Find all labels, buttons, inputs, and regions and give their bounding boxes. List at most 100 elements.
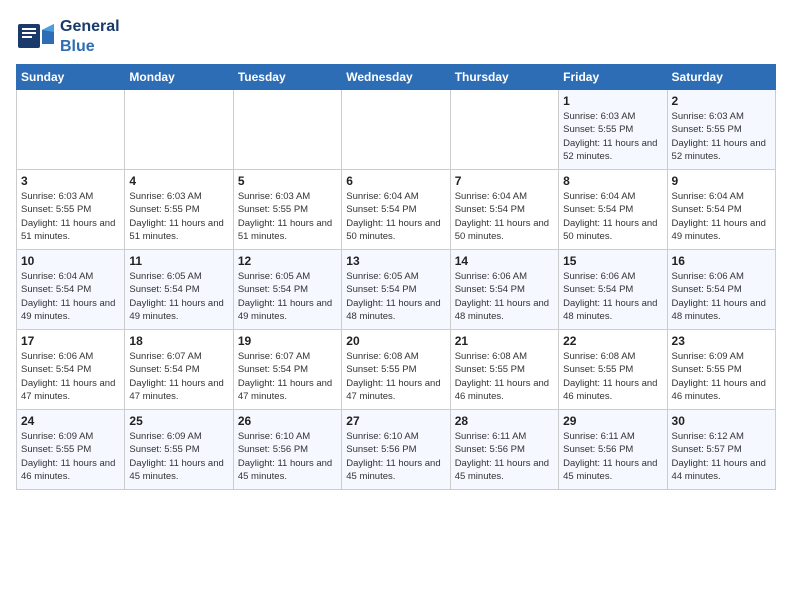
calendar-table: SundayMondayTuesdayWednesdayThursdayFrid… (16, 64, 776, 490)
calendar-cell: 9Sunrise: 6:04 AMSunset: 5:54 PMDaylight… (667, 170, 775, 250)
calendar-cell: 5Sunrise: 6:03 AMSunset: 5:55 PMDaylight… (233, 170, 341, 250)
day-info: Sunrise: 6:05 AMSunset: 5:54 PMDaylight:… (129, 270, 228, 323)
day-info: Sunrise: 6:04 AMSunset: 5:54 PMDaylight:… (346, 190, 445, 243)
calendar-cell: 27Sunrise: 6:10 AMSunset: 5:56 PMDayligh… (342, 410, 450, 490)
calendar-week-row: 10 Sunrise: 6:04 AMSunset: 5:54 PMDayligh… (17, 250, 776, 330)
day-number: 13 (346, 254, 445, 268)
day-number: 25 (129, 414, 228, 428)
day-number: 16 (672, 254, 771, 268)
day-info: Sunrise: 6:03 AMSunset: 5:55 PMDaylight:… (129, 190, 228, 243)
calendar-cell: 2 Sunrise: 6:03 AMSunset: 5:55 PMDaylight… (667, 90, 775, 170)
day-info: Sunrise: 6:07 AMSunset: 5:54 PMDaylight:… (238, 350, 337, 403)
day-info: Sunrise: 6:11 AMSunset: 5:56 PMDaylight:… (563, 430, 662, 483)
day-info: Sunrise: 6:06 AMSunset: 5:54 PMDaylight:… (455, 270, 554, 323)
calendar-cell (450, 90, 558, 170)
calendar-cell: 28 Sunrise: 6:11 AMSunset: 5:56 PMDayligh… (450, 410, 558, 490)
day-info: Sunrise: 6:04 AMSunset: 5:54 PMDaylight:… (455, 190, 554, 243)
day-info: Sunrise: 6:03 AMSunset: 5:55 PMDaylight:… (563, 110, 662, 163)
calendar-cell: 23 Sunrise: 6:09 AMSunset: 5:55 PMDayligh… (667, 330, 775, 410)
day-info: Sunrise: 6:10 AMSunset: 5:56 PMDaylight:… (238, 430, 337, 483)
calendar-cell: 19 Sunrise: 6:07 AMSunset: 5:54 PMDayligh… (233, 330, 341, 410)
calendar-header: SundayMondayTuesdayWednesdayThursdayFrid… (17, 65, 776, 90)
day-info: Sunrise: 6:03 AMSunset: 5:55 PMDaylight:… (672, 110, 771, 163)
calendar-cell: 11 Sunrise: 6:05 AMSunset: 5:54 PMDayligh… (125, 250, 233, 330)
day-number: 4 (129, 174, 228, 188)
calendar-cell: 24Sunrise: 6:09 AMSunset: 5:55 PMDayligh… (17, 410, 125, 490)
weekday-header: Tuesday (233, 65, 341, 90)
day-info: Sunrise: 6:08 AMSunset: 5:55 PMDaylight:… (346, 350, 445, 403)
day-number: 29 (563, 414, 662, 428)
calendar-body: 1 Sunrise: 6:03 AMSunset: 5:55 PMDaylight… (17, 90, 776, 490)
day-info: Sunrise: 6:12 AMSunset: 5:57 PMDaylight:… (672, 430, 771, 483)
day-number: 1 (563, 94, 662, 108)
calendar-cell: 25 Sunrise: 6:09 AMSunset: 5:55 PMDayligh… (125, 410, 233, 490)
day-number: 3 (21, 174, 120, 188)
weekday-header: Sunday (17, 65, 125, 90)
day-info: Sunrise: 6:09 AMSunset: 5:55 PMDaylight:… (672, 350, 771, 403)
day-number: 22 (563, 334, 662, 348)
day-info: Sunrise: 6:05 AMSunset: 5:54 PMDaylight:… (346, 270, 445, 323)
day-info: Sunrise: 6:09 AMSunset: 5:55 PMDaylight:… (129, 430, 228, 483)
day-info: Sunrise: 6:11 AMSunset: 5:56 PMDaylight:… (455, 430, 554, 483)
day-info: Sunrise: 6:06 AMSunset: 5:54 PMDaylight:… (563, 270, 662, 323)
day-number: 10 (21, 254, 120, 268)
day-number: 26 (238, 414, 337, 428)
calendar-cell: 10 Sunrise: 6:04 AMSunset: 5:54 PMDayligh… (17, 250, 125, 330)
calendar-cell: 7 Sunrise: 6:04 AMSunset: 5:54 PMDaylight… (450, 170, 558, 250)
calendar-cell (342, 90, 450, 170)
day-number: 14 (455, 254, 554, 268)
calendar-cell: 16 Sunrise: 6:06 AMSunset: 5:54 PMDayligh… (667, 250, 775, 330)
page-header: General Blue (16, 16, 776, 56)
day-info: Sunrise: 6:06 AMSunset: 5:54 PMDaylight:… (672, 270, 771, 323)
calendar-week-row: 24 Sunrise: 6:09 AMSunset: 5:55 PMDayligh… (17, 410, 776, 490)
calendar-cell: 14 Sunrise: 6:06 AMSunset: 5:54 PMDayligh… (450, 250, 558, 330)
day-number: 15 (563, 254, 662, 268)
calendar-cell: 12 Sunrise: 6:05 AMSunset: 5:54 PMDayligh… (233, 250, 341, 330)
day-number: 23 (672, 334, 771, 348)
calendar-cell: 1 Sunrise: 6:03 AMSunset: 5:55 PMDaylight… (559, 90, 667, 170)
calendar-cell: 30 Sunrise: 6:12 AMSunset: 5:57 PMDayligh… (667, 410, 775, 490)
day-number: 28 (455, 414, 554, 428)
day-number: 11 (129, 254, 228, 268)
day-number: 7 (455, 174, 554, 188)
calendar-cell: 4 Sunrise: 6:03 AMSunset: 5:55 PMDaylight… (125, 170, 233, 250)
day-number: 20 (346, 334, 445, 348)
calendar-cell: 8Sunrise: 6:04 AMSunset: 5:54 PMDaylight… (559, 170, 667, 250)
logo-icon (16, 16, 56, 56)
calendar-cell: 13 Sunrise: 6:05 AMSunset: 5:54 PMDayligh… (342, 250, 450, 330)
calendar-cell: 18 Sunrise: 6:07 AMSunset: 5:54 PMDayligh… (125, 330, 233, 410)
logo-text: General Blue (60, 16, 120, 56)
calendar-week-row: 3 Sunrise: 6:03 AMSunset: 5:55 PMDaylight… (17, 170, 776, 250)
calendar-week-row: 17Sunrise: 6:06 AMSunset: 5:54 PMDayligh… (17, 330, 776, 410)
day-info: Sunrise: 6:07 AMSunset: 5:54 PMDaylight:… (129, 350, 228, 403)
calendar-cell (233, 90, 341, 170)
day-number: 12 (238, 254, 337, 268)
calendar-cell: 29 Sunrise: 6:11 AMSunset: 5:56 PMDayligh… (559, 410, 667, 490)
day-number: 18 (129, 334, 228, 348)
day-info: Sunrise: 6:03 AMSunset: 5:55 PMDaylight:… (21, 190, 120, 243)
weekday-header: Friday (559, 65, 667, 90)
calendar-cell: 17Sunrise: 6:06 AMSunset: 5:54 PMDayligh… (17, 330, 125, 410)
day-info: Sunrise: 6:08 AMSunset: 5:55 PMDaylight:… (563, 350, 662, 403)
weekday-header: Monday (125, 65, 233, 90)
calendar-cell (17, 90, 125, 170)
day-number: 19 (238, 334, 337, 348)
calendar-cell: 3 Sunrise: 6:03 AMSunset: 5:55 PMDaylight… (17, 170, 125, 250)
calendar-cell: 15 Sunrise: 6:06 AMSunset: 5:54 PMDayligh… (559, 250, 667, 330)
day-number: 30 (672, 414, 771, 428)
calendar-cell: 6 Sunrise: 6:04 AMSunset: 5:54 PMDaylight… (342, 170, 450, 250)
day-info: Sunrise: 6:04 AMSunset: 5:54 PMDaylight:… (21, 270, 120, 323)
day-info: Sunrise: 6:10 AMSunset: 5:56 PMDaylight:… (346, 430, 445, 483)
weekday-header: Wednesday (342, 65, 450, 90)
day-number: 2 (672, 94, 771, 108)
weekday-header: Saturday (667, 65, 775, 90)
day-info: Sunrise: 6:03 AMSunset: 5:55 PMDaylight:… (238, 190, 337, 243)
calendar-week-row: 1 Sunrise: 6:03 AMSunset: 5:55 PMDaylight… (17, 90, 776, 170)
day-info: Sunrise: 6:05 AMSunset: 5:54 PMDaylight:… (238, 270, 337, 323)
day-number: 6 (346, 174, 445, 188)
day-number: 21 (455, 334, 554, 348)
day-info: Sunrise: 6:04 AMSunset: 5:54 PMDaylight:… (672, 190, 771, 243)
calendar-cell (125, 90, 233, 170)
day-info: Sunrise: 6:06 AMSunset: 5:54 PMDaylight:… (21, 350, 120, 403)
day-number: 24 (21, 414, 120, 428)
